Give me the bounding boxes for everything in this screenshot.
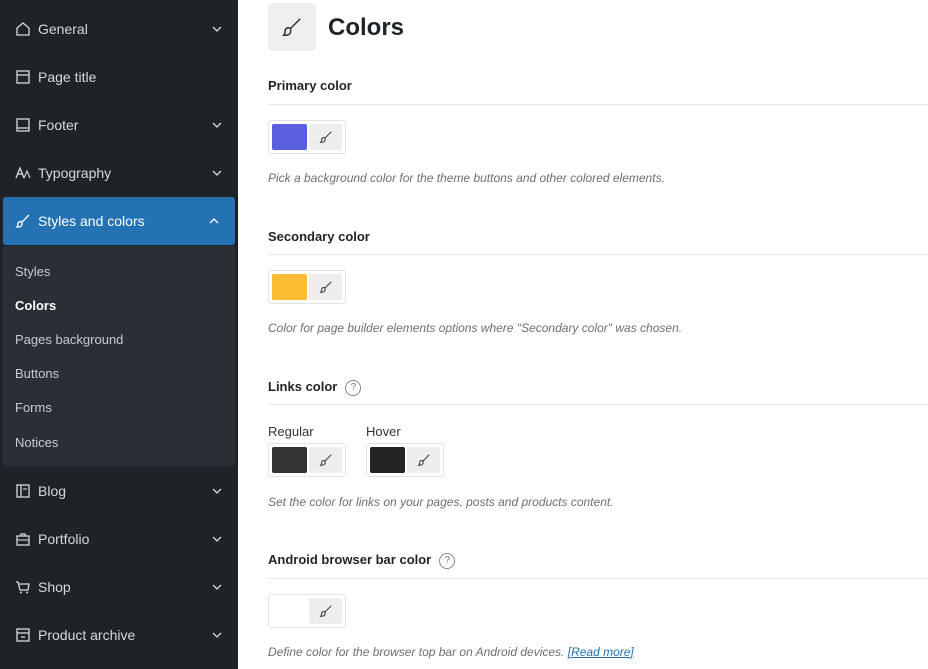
android-color-title-text: Android browser bar color xyxy=(268,552,432,567)
links-hover-swatch[interactable] xyxy=(370,447,405,473)
chevron-down-icon xyxy=(212,168,222,178)
eyedropper-icon xyxy=(416,454,430,466)
submenu-item-styles[interactable]: Styles xyxy=(15,264,50,279)
secondary-color-description: Color for page builder elements options … xyxy=(268,321,683,335)
home-icon xyxy=(15,21,31,37)
sidebar-item-general[interactable]: General xyxy=(0,5,238,53)
sidebar-item-product-archive[interactable]: Product archive xyxy=(0,611,238,659)
chevron-down-icon xyxy=(212,24,222,34)
brush-icon xyxy=(268,3,316,51)
help-icon[interactable]: ? xyxy=(439,552,456,569)
submenu-item-notices[interactable]: Notices xyxy=(15,435,58,450)
regular-label: Regular xyxy=(268,424,314,439)
eyedropper-icon xyxy=(318,605,332,617)
briefcase-icon xyxy=(15,531,31,547)
archive-icon xyxy=(15,627,31,643)
primary-color-picker[interactable] xyxy=(268,120,346,154)
android-color-description: Define color for the browser top bar on … xyxy=(268,645,634,659)
color-picker-button[interactable] xyxy=(309,598,342,624)
android-desc-text: Define color for the browser top bar on … xyxy=(268,645,565,659)
links-regular-swatch[interactable] xyxy=(272,447,307,473)
divider xyxy=(268,578,928,579)
brush-icon xyxy=(15,213,31,229)
sidebar-item-typography[interactable]: Typography xyxy=(0,149,238,197)
sidebar-item-page-title[interactable]: Page title xyxy=(0,53,238,101)
links-color-title-text: Links color xyxy=(268,379,338,394)
eyedropper-icon xyxy=(318,281,332,293)
primary-color-description: Pick a background color for the theme bu… xyxy=(268,171,665,185)
sidebar-item-label: Product archive xyxy=(38,627,136,643)
sidebar-item-shop[interactable]: Shop xyxy=(0,563,238,611)
links-hover-color-picker[interactable] xyxy=(366,443,444,477)
chevron-down-icon xyxy=(212,582,222,592)
chevron-down-icon xyxy=(212,120,222,130)
color-picker-button[interactable] xyxy=(407,447,440,473)
android-color-title: Android browser bar color? xyxy=(268,552,456,569)
submenu-item-pages-background[interactable]: Pages background xyxy=(15,332,123,347)
hover-label: Hover xyxy=(366,424,401,439)
submenu-item-buttons[interactable]: Buttons xyxy=(15,366,59,381)
sidebar-item-label: General xyxy=(38,21,88,37)
divider xyxy=(268,104,928,105)
sidebar-item-label: Typography xyxy=(38,165,112,181)
chevron-down-icon xyxy=(212,534,222,544)
read-more-link[interactable]: [Read more] xyxy=(568,645,634,659)
main-panel: Colors Primary color Pick a background c… xyxy=(238,0,928,669)
eyedropper-icon xyxy=(318,131,332,143)
sidebar: General Page title Footer Typography Sty… xyxy=(0,0,238,669)
links-color-title: Links color? xyxy=(268,379,362,396)
sidebar-item-label: Page title xyxy=(38,69,97,85)
secondary-color-picker[interactable] xyxy=(268,270,346,304)
divider xyxy=(268,404,928,405)
color-picker-button[interactable] xyxy=(309,447,342,473)
sidebar-item-label: Styles and colors xyxy=(38,213,145,229)
sidebar-item-portfolio[interactable]: Portfolio xyxy=(0,515,238,563)
sidebar-item-label: Shop xyxy=(38,579,71,595)
submenu-item-colors[interactable]: Colors xyxy=(15,298,56,313)
chevron-down-icon xyxy=(212,486,222,496)
divider xyxy=(268,254,928,255)
chevron-down-icon xyxy=(212,630,222,640)
sidebar-item-footer[interactable]: Footer xyxy=(0,101,238,149)
chevron-up-icon xyxy=(209,216,219,226)
sidebar-item-styles-and-colors[interactable]: Styles and colors xyxy=(3,197,235,245)
secondary-color-title: Secondary color xyxy=(268,229,370,244)
submenu: Styles Colors Pages background Buttons F… xyxy=(3,246,235,466)
links-color-description: Set the color for links on your pages, p… xyxy=(268,495,614,509)
links-regular-color-picker[interactable] xyxy=(268,443,346,477)
primary-color-title: Primary color xyxy=(268,78,352,93)
sidebar-item-blog[interactable]: Blog xyxy=(0,467,238,515)
cart-icon xyxy=(15,579,31,595)
sidebar-item-label: Portfolio xyxy=(38,531,90,547)
submenu-item-forms[interactable]: Forms xyxy=(15,400,52,415)
typography-icon xyxy=(15,165,31,181)
secondary-color-swatch[interactable] xyxy=(272,274,307,300)
blog-icon xyxy=(15,483,31,499)
page-title: Colors xyxy=(328,14,405,41)
color-picker-button[interactable] xyxy=(309,124,342,150)
footer-icon xyxy=(15,117,31,133)
help-icon[interactable]: ? xyxy=(345,379,362,396)
android-color-swatch[interactable] xyxy=(272,598,307,624)
sidebar-item-label: Blog xyxy=(38,483,67,499)
page-title-icon xyxy=(15,69,31,85)
color-picker-button[interactable] xyxy=(309,274,342,300)
sidebar-item-label: Footer xyxy=(38,117,79,133)
android-color-picker[interactable] xyxy=(268,594,346,628)
eyedropper-icon xyxy=(318,454,332,466)
primary-color-swatch[interactable] xyxy=(272,124,307,150)
